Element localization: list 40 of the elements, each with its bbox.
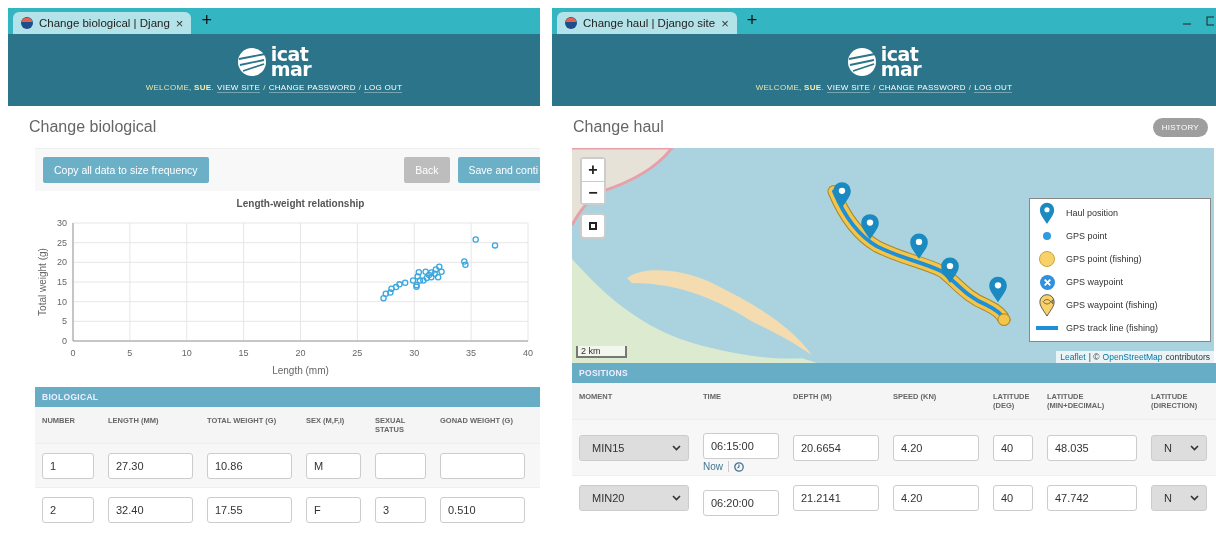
- tick-label: 20: [295, 348, 306, 358]
- legend-label: GPS point: [1066, 231, 1108, 241]
- page-title: Change haul: [573, 118, 664, 136]
- tick-label: 40: [523, 348, 533, 358]
- legend-label: GPS point (fishing): [1066, 254, 1142, 264]
- chart-title: Length-weight relationship: [236, 198, 365, 209]
- legend-label: GPS waypoint (fishing): [1066, 300, 1158, 310]
- tick-label: 25: [352, 348, 363, 358]
- attribution-text: contributors: [1165, 352, 1210, 362]
- tick-label: 25: [57, 237, 67, 248]
- section-header: BIOLOGICAL: [35, 387, 540, 407]
- logo-text: icat mar: [270, 47, 312, 77]
- tick-label: 0: [70, 348, 76, 358]
- tick-label: 20: [57, 257, 67, 268]
- tick-label: 30: [57, 218, 67, 228]
- welcome-text: WELCOME, SUE.: [145, 83, 214, 93]
- tick-label: 10: [57, 296, 67, 307]
- logo-text: icat mar: [880, 47, 922, 77]
- separator-text: /: [263, 83, 266, 93]
- section-header: POSITIONS: [572, 363, 1216, 383]
- attribution-text: | ©: [1088, 352, 1100, 362]
- separator-text: /: [358, 83, 362, 93]
- scale-bar: 2 km: [576, 346, 627, 358]
- tick-label: 5: [62, 316, 67, 327]
- separator-text: /: [873, 83, 876, 93]
- tick-label: 15: [238, 348, 249, 358]
- axis-title: Total weight (g): [37, 248, 48, 316]
- tick-label: 15: [57, 277, 67, 287]
- tick-label: 35: [466, 348, 477, 358]
- legend-label: GPS waypoint: [1066, 277, 1124, 287]
- page-title: Change biological: [29, 118, 157, 136]
- welcome-text: WELCOME, SUE.: [755, 83, 824, 93]
- tick-label: 5: [127, 348, 133, 358]
- legend-label: Haul position: [1066, 208, 1119, 218]
- tick-label: 0: [62, 336, 67, 346]
- legend-label: GPS track line (fishing): [1066, 323, 1159, 333]
- tick-label: 30: [409, 348, 420, 358]
- tick-label: 10: [181, 348, 192, 358]
- separator-text: /: [968, 83, 972, 93]
- axis-title: Length (mm): [272, 365, 329, 376]
